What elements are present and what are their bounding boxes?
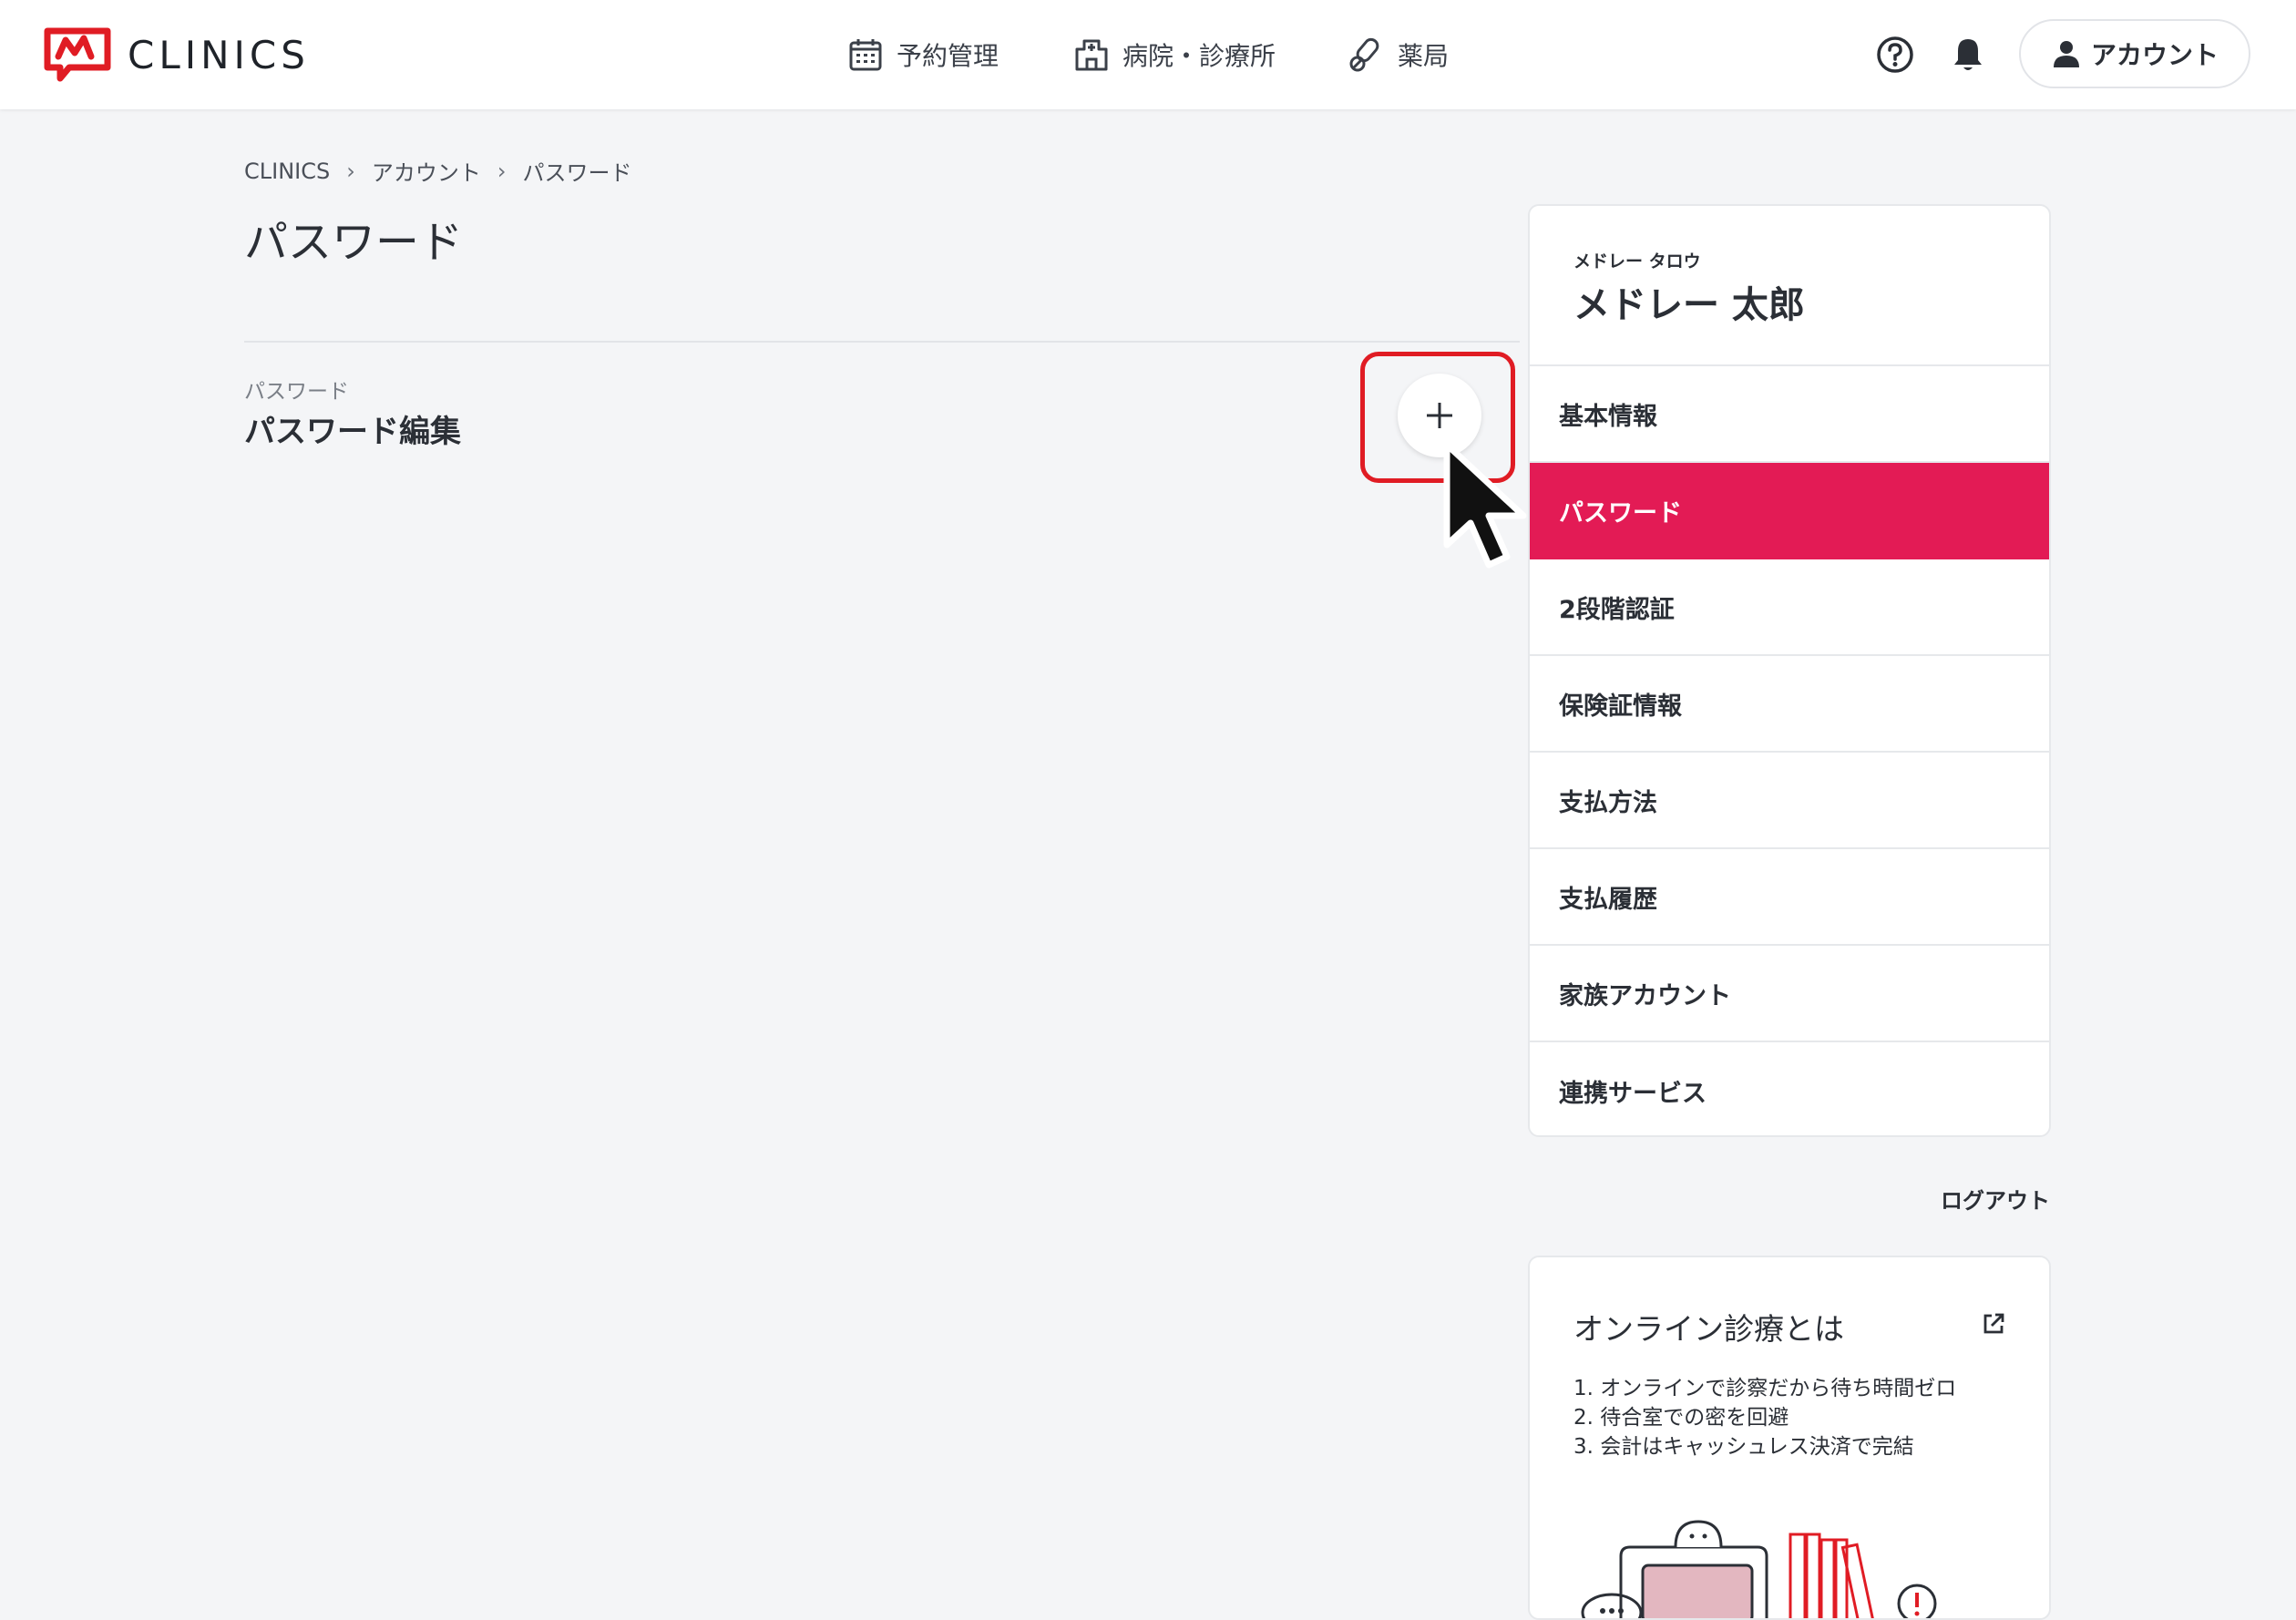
bell-icon[interactable] (1948, 35, 1988, 75)
menu-item-password[interactable]: パスワード (1530, 463, 2049, 559)
profile-name: メドレー 太郎 (1573, 284, 1805, 326)
chevron-right-icon: › (346, 158, 355, 184)
menu-item-payment-method[interactable]: 支払方法 (1530, 753, 2049, 849)
online-consultation-illustration (1581, 1520, 1937, 1618)
online-consultation-card[interactable]: オンライン診療とは 1. オンラインで診察だから待ち時間ゼロ 2. 待合室での密… (1528, 1256, 2051, 1620)
account-button[interactable]: アカウント (2019, 19, 2250, 88)
help-circle-icon[interactable] (1875, 35, 1915, 75)
info-card-list: 1. オンラインで診察だから待ち時間ゼロ 2. 待合室での密を回避 3. 会計は… (1573, 1374, 1956, 1461)
menu-item-insurance-card[interactable]: 保険証情報 (1530, 656, 2049, 753)
profile-name-kana: メドレー タロウ (1573, 251, 1701, 272)
breadcrumb-item-account[interactable]: アカウント (372, 155, 481, 187)
logout-link[interactable]: ログアウト (1941, 1183, 2050, 1215)
account-button-label: アカウント (2090, 40, 2219, 70)
external-link-icon[interactable] (1980, 1310, 2007, 1338)
calendar-icon (849, 39, 882, 71)
hospital-icon (1075, 39, 1108, 71)
breadcrumb-item-clinics[interactable]: CLINICS (244, 159, 330, 184)
menu-item-family-account[interactable]: 家族アカウント (1530, 946, 2049, 1042)
info-list-item: 3. 会計はキャッシュレス決済で完結 (1573, 1435, 1914, 1459)
nav-label-hospitals: 病院・診療所 (1122, 41, 1276, 71)
menu-item-basic-info[interactable]: 基本情報 (1530, 366, 2049, 463)
nav-label-reservations: 予約管理 (897, 41, 999, 71)
section-label: パスワード (244, 380, 349, 404)
profile-header: メドレー タロウ メドレー 太郎 (1530, 206, 2049, 366)
menu-item-payment-history[interactable]: 支払履歴 (1530, 849, 2049, 946)
top-header: CLINICS 予約管理 病院・診療所 薬局 アカウント (0, 0, 2296, 109)
menu-item-two-factor-auth[interactable]: 2段階認証 (1530, 559, 2049, 656)
breadcrumb-item-current: パスワード (522, 160, 632, 186)
breadcrumb: CLINICS › アカウント › パスワード (244, 155, 631, 187)
nav-pharmacy[interactable]: 薬局 (1348, 33, 1449, 77)
menu-item-linked-services[interactable]: 連携サービス (1530, 1042, 2049, 1135)
page-title: パスワード (244, 217, 464, 268)
nav-reservations[interactable]: 予約管理 (847, 33, 999, 77)
section-divider (244, 341, 1520, 343)
mouse-pointer-icon (1443, 441, 1527, 569)
info-list-item: 1. オンラインで診察だから待ち時間ゼロ (1573, 1377, 1957, 1400)
person-icon (2053, 41, 2079, 67)
info-list-item: 2. 待合室での密を回避 (1573, 1406, 1789, 1430)
chevron-right-icon: › (497, 158, 507, 184)
section-title: パスワード編集 (244, 414, 461, 450)
logo-text: CLINICS (128, 32, 310, 77)
nav-label-pharmacy: 薬局 (1398, 41, 1450, 71)
clinics-logo-icon (44, 27, 111, 82)
clinics-logo[interactable]: CLINICS (42, 26, 310, 84)
nav-hospitals[interactable]: 病院・診療所 (1073, 33, 1276, 77)
pharmacy-pill-icon (1349, 37, 1379, 72)
info-card-title: オンライン診療とは (1573, 1311, 1844, 1347)
account-side-menu: メドレー タロウ メドレー 太郎 基本情報 パスワード 2段階認証 保険証情報 … (1528, 204, 2051, 1137)
